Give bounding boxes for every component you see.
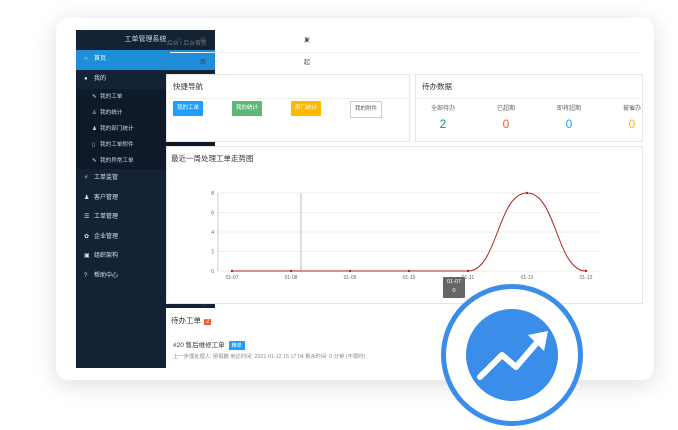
tooltip-x: 01-07 (446, 279, 462, 285)
data-point[interactable] (466, 269, 470, 273)
pending-title: 待办数据 (416, 75, 642, 99)
ticket-title: #20 售后维修工单 (173, 342, 225, 349)
stat-due-soon[interactable]: 即将超期 0 (549, 103, 589, 131)
sidebar-subitem-label: 我的部门统计 (100, 126, 134, 132)
quick-attachments-button[interactable]: 我的附件 (350, 101, 383, 118)
ticket-meta: 上一步理处理人: 廖振鹏 到达时间: 2021-01-12 15 17:04 剩… (173, 354, 366, 360)
todo-title: 待办工单 2 (171, 315, 212, 326)
person-icon: ♙ (92, 110, 97, 116)
y-tick-label: 8 (211, 191, 214, 197)
x-tick-label: 01-08 (285, 275, 298, 281)
sidebar-item-label: 客户管理 (94, 194, 119, 201)
stat-urged[interactable]: 被催办 0 (612, 103, 652, 131)
chart-title: 最近一周处理工单走势图 (171, 154, 254, 163)
data-point[interactable] (348, 269, 352, 273)
sidebar-item-label: 我的 (94, 75, 107, 82)
edit-icon: ✎ (92, 94, 97, 100)
sidebar-subitem-label: 我的工单 (100, 94, 123, 100)
data-point[interactable] (230, 269, 234, 273)
sidebar-subitem-label: 我的异常工单 (100, 158, 134, 164)
trend-badge (466, 309, 558, 401)
list-icon: ☰ (84, 214, 90, 220)
sidebar-item-label: 企业管理 (94, 233, 119, 240)
top-bar: ☰ ▦ 广西大汽源网络科技有限公司 ➤ 发起工单 (170, 30, 640, 308)
breadcrumb: 后台 / 后台首页 (167, 41, 207, 47)
stat-value: 0 (628, 117, 636, 131)
sidebar-item-label: 工单监管 (94, 175, 119, 181)
ticket-tag: 精单 (228, 341, 245, 350)
y-tick-label: 4 (211, 230, 214, 236)
y-tick-label: 0 (211, 269, 214, 275)
stat-label: 已超期 (496, 106, 515, 112)
todo-title-label: 待办工单 (171, 316, 201, 325)
quick-nav-panel: 快捷导航 我的工单 我的统计 部门统计 我的附件 (166, 74, 410, 142)
chart-icon: ⚡ (84, 175, 89, 181)
quick-my-tickets-button[interactable]: 我的工单 (173, 101, 204, 116)
stat-value: 2 (439, 117, 447, 131)
group-icon: ♟ (92, 126, 97, 132)
y-tick-label: 6 (211, 211, 214, 217)
quick-dept-stats-button[interactable]: 部门统计 (291, 101, 322, 116)
stat-label: 全部待办 (430, 106, 455, 112)
stat-all-pending[interactable]: 全部待办 2 (423, 103, 463, 131)
file-icon: ▯ (92, 142, 96, 148)
x-tick-label: 01-13 (580, 275, 593, 281)
stat-value: 0 (502, 117, 510, 131)
data-point[interactable] (525, 191, 529, 195)
data-point[interactable] (289, 269, 293, 273)
sidebar-item-label: 组织架构 (94, 253, 119, 259)
sidebar-item-label: 首页 (94, 56, 107, 62)
help-icon: ? (84, 272, 88, 279)
stat-overdue[interactable]: 已超期 0 (486, 103, 526, 131)
stat-value: 0 (565, 117, 573, 131)
chart-tooltip: 01-07 0 (443, 277, 465, 298)
x-tick-label: 01-07 (226, 275, 239, 281)
org-icon: ▣ (84, 253, 90, 259)
quick-nav-title: 快捷导航 (167, 75, 409, 99)
y-tick-label: 2 (211, 250, 214, 256)
x-tick-label: 01-09 (344, 275, 357, 281)
stat-label: 即将超期 (556, 106, 581, 112)
stat-label: 被催办 (622, 106, 641, 112)
sidebar-subitem-label: 我的统计 (100, 110, 123, 116)
trend-up-icon (477, 331, 548, 380)
pending-panel: 待办数据 全部待办 2 已超期 0 即将超期 0 被催办 0 (415, 74, 643, 142)
data-point[interactable] (584, 269, 588, 273)
data-point[interactable] (407, 269, 411, 273)
sidebar-item-label: 工单管理 (94, 214, 119, 220)
todo-count-badge: 2 (204, 319, 212, 325)
tooltip-value: 0 (452, 288, 456, 294)
sidebar-subitem-label: 我的工单附件 (100, 142, 134, 148)
trend-chart: 0246801-07 01-08 01-09 01-10 01-11 01-12 01-13 (211, 191, 600, 281)
user-icon: ● (84, 75, 88, 82)
edit-icon: ✎ (92, 158, 97, 164)
home-icon: ○ (84, 56, 88, 62)
x-tick-label: 01-12 (521, 275, 534, 281)
quick-my-stats-button[interactable]: 我的统计 (232, 101, 263, 116)
group-icon: ♟ (84, 194, 90, 201)
sidebar-item-label: 帮助中心 (94, 272, 119, 279)
x-tick-label: 01-10 (403, 275, 416, 281)
gear-icon: ✿ (84, 233, 90, 240)
ticket-item[interactable]: #20 售后维修工单 精单 (173, 339, 245, 350)
